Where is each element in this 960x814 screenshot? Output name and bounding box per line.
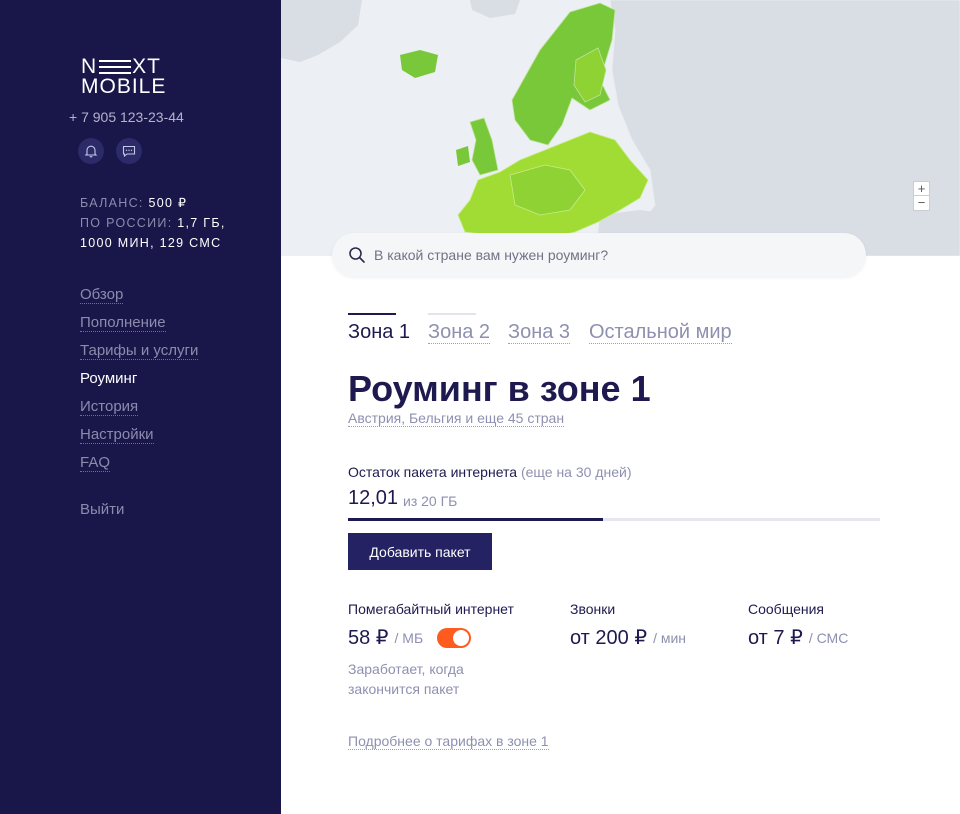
rate-title: Сообщения bbox=[748, 601, 824, 617]
map-zoom-control: + − bbox=[913, 181, 930, 211]
tab-zone-1[interactable]: Зона 1 bbox=[348, 313, 410, 344]
notifications-button[interactable] bbox=[78, 138, 104, 164]
package-remaining: 12,01 bbox=[348, 487, 399, 509]
rate-note: Заработает, когда закончится пакет bbox=[348, 661, 464, 697]
sidebar-item-settings[interactable]: Настройки bbox=[80, 425, 198, 453]
sidebar-item-faq[interactable]: FAQ bbox=[80, 453, 198, 481]
logo-mobile: MOBILE bbox=[81, 75, 167, 98]
zoom-in-button[interactable]: + bbox=[914, 182, 929, 196]
messages-button[interactable] bbox=[116, 138, 142, 164]
rate-price: от 7 ₽ bbox=[748, 627, 803, 649]
balance-info: БАЛАНС: 500 ₽ ПО РОССИИ: 1,7 ГБ, 1000 МИ… bbox=[80, 193, 226, 253]
tab-zone-3[interactable]: Зона 3 bbox=[508, 321, 571, 344]
country-search[interactable] bbox=[332, 233, 866, 277]
russia-value-line2: 1000 МИН, 129 СМС bbox=[80, 236, 222, 250]
zoom-out-button[interactable]: − bbox=[914, 196, 929, 210]
sidebar-item-topup[interactable]: Пополнение bbox=[80, 313, 198, 341]
logo-letter-n: N bbox=[81, 55, 98, 78]
russia-label: ПО РОССИИ: bbox=[80, 216, 173, 230]
per-mb-internet-toggle[interactable] bbox=[437, 627, 472, 648]
map-zone1-ireland bbox=[456, 146, 470, 166]
package-progress-fill bbox=[348, 518, 604, 521]
europe-map bbox=[281, 0, 960, 256]
package-progress-bar bbox=[348, 518, 880, 521]
map-zone1-iceland bbox=[400, 50, 438, 78]
sidebar-item-history[interactable]: История bbox=[80, 397, 198, 425]
rate-sms: Сообщения от 7 ₽ / СМС bbox=[748, 601, 848, 650]
rate-price: 58 ₽ bbox=[348, 627, 389, 649]
page-title: Роуминг в зоне 1 bbox=[348, 368, 651, 409]
tab-indicator bbox=[428, 313, 476, 315]
zone-tariffs-details-link[interactable]: Подробнее о тарифах в зоне 1 bbox=[348, 733, 549, 750]
toggle-knob bbox=[453, 629, 470, 646]
sidebar-item-tariffs[interactable]: Тарифы и услуги bbox=[80, 341, 199, 369]
rate-title: Звонки bbox=[570, 601, 616, 617]
chat-icon bbox=[122, 145, 136, 158]
rate-unit: / мин bbox=[653, 629, 687, 646]
logo-lines-icon bbox=[99, 60, 132, 74]
map-land-svalbard bbox=[470, 0, 520, 18]
package-days-note: (еще на 30 дней) bbox=[520, 464, 632, 480]
sidebar: N XT MOBILE + 7 905 123-23-44 БАЛАНС: 50… bbox=[0, 0, 281, 814]
tab-rest-of-world[interactable]: Остальной мир bbox=[589, 321, 732, 344]
rate-unit: / МБ bbox=[394, 629, 424, 646]
balance-label: БАЛАНС: bbox=[80, 196, 144, 210]
logo[interactable]: N XT MOBILE bbox=[81, 55, 181, 98]
package-total: из 20 ГБ bbox=[403, 493, 458, 509]
phone-number: + 7 905 123-23-44 bbox=[69, 109, 184, 125]
rate-calls: Звонки от 200 ₽ / мин bbox=[570, 601, 686, 650]
roaming-map[interactable] bbox=[281, 0, 960, 256]
sidebar-item-overview[interactable]: Обзор bbox=[80, 285, 198, 313]
sidebar-item-roaming[interactable]: Роуминг bbox=[80, 369, 198, 397]
add-package-button[interactable]: Добавить пакет bbox=[348, 533, 492, 570]
map-zone1-uk bbox=[469, 117, 499, 176]
bell-icon bbox=[84, 145, 98, 158]
search-input[interactable] bbox=[374, 247, 854, 263]
sidebar-nav: Обзор Пополнение Тарифы и услуги Роуминг… bbox=[80, 285, 199, 481]
balance-value: 500 ₽ bbox=[148, 196, 188, 210]
rate-internet: Помегабайтный интернет 58 ₽ / МБ Заработ… bbox=[348, 601, 514, 699]
tab-indicator bbox=[348, 313, 396, 315]
zone-countries-link[interactable]: Австрия, Бельгия и еще 45 стран bbox=[348, 410, 565, 427]
tab-zone-2[interactable]: Зона 2 bbox=[428, 313, 491, 344]
logout-link[interactable]: Выйти bbox=[80, 501, 124, 518]
russia-value: 1,7 ГБ, bbox=[177, 216, 226, 230]
logo-letters-xt: XT bbox=[132, 55, 162, 78]
rate-title: Помегабайтный интернет bbox=[348, 601, 514, 617]
map-land-greenland bbox=[281, 0, 362, 62]
package-label: Остаток пакета интернета (еще на 30 дней… bbox=[348, 464, 632, 480]
rate-unit: / СМС bbox=[808, 629, 849, 646]
rate-price: от 200 ₽ bbox=[570, 627, 648, 649]
search-icon bbox=[349, 247, 365, 263]
